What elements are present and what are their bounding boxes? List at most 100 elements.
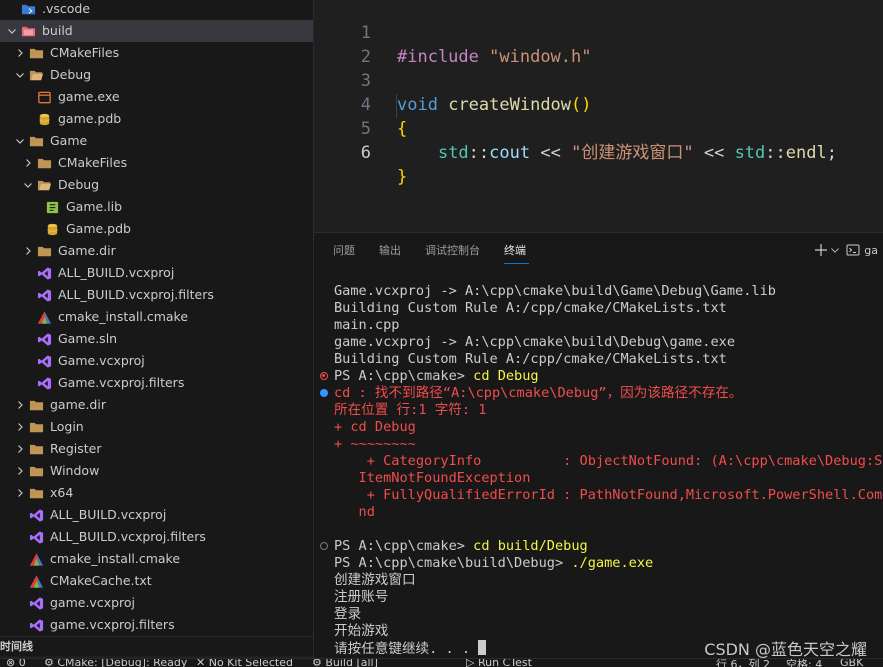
cmake-icon — [36, 309, 52, 325]
indentation[interactable]: 空格: 4 — [786, 659, 822, 667]
tree-item[interactable]: Game — [0, 130, 313, 152]
tree-item[interactable]: game.exe — [0, 86, 313, 108]
code-line-2[interactable]: 2 — [314, 21, 883, 67]
terminal-cursor — [478, 640, 487, 655]
tree-item-label: ALL_BUILD.vcxproj — [50, 507, 167, 522]
terminal-instance[interactable]: ga — [846, 243, 878, 257]
timeline-section-header[interactable]: 时间线 — [0, 636, 313, 656]
terminal-text: 所在位置 行:1 字符: 1 — [334, 402, 487, 418]
terminal-line: + CategoryInfo : ObjectNotFound: (A:\cpp… — [334, 453, 883, 470]
chevron-down-icon[interactable] — [20, 174, 36, 196]
problems-count[interactable]: ⊗ 0 — [6, 659, 26, 667]
terminal-line: PS A:\cpp\cmake> cd Debug — [334, 368, 539, 385]
build-button[interactable]: ⚙ Build [all] — [312, 659, 378, 667]
terminal-line: 注册账号 — [334, 589, 388, 606]
new-terminal-button[interactable] — [814, 243, 840, 257]
run-ctest-button[interactable]: ▷ Run CTest — [466, 659, 532, 667]
tree-item[interactable]: Game.lib — [0, 196, 313, 218]
tree-item[interactable]: .vscode — [0, 0, 313, 20]
code-line-1[interactable]: 1 #include "window.h" — [314, 0, 883, 67]
tree-item[interactable]: cmake_install.cmake — [0, 548, 313, 570]
chevron-right-icon[interactable] — [12, 482, 28, 504]
tab-terminal[interactable]: 终端 — [504, 242, 526, 258]
plus-icon — [815, 244, 828, 256]
tree-item-label: game.pdb — [58, 111, 122, 126]
tab-output[interactable]: 输出 — [379, 242, 401, 258]
command-failed-icon[interactable] — [320, 372, 328, 380]
tree-item[interactable]: ALL_BUILD.vcxproj.filters — [0, 284, 313, 306]
tree-item[interactable]: x64 — [0, 482, 313, 504]
panel-tab-bar: 问题 输出 调试控制台 终端 ga — [314, 233, 883, 267]
tree-item[interactable]: Debug — [0, 64, 313, 86]
tree-item[interactable]: ALL_BUILD.vcxproj — [0, 504, 313, 526]
tree-item[interactable]: Window — [0, 460, 313, 482]
tree-item[interactable]: CMakeCache.txt — [0, 570, 313, 592]
tree-item[interactable]: game.vcxproj — [0, 592, 313, 614]
tree-item[interactable]: Login — [0, 416, 313, 438]
tree-item[interactable]: Game.vcxproj.filters — [0, 372, 313, 394]
chevron-down-icon[interactable] — [4, 20, 20, 42]
tree-item-label: Game.sln — [58, 331, 118, 346]
tree-item[interactable]: CMakeFiles — [0, 42, 313, 64]
terminal-text: ItemNotFoundException — [334, 470, 531, 486]
chevron-right-icon[interactable] — [12, 394, 28, 416]
line-number: 6 — [360, 143, 371, 163]
tree-item[interactable]: Debug — [0, 174, 313, 196]
code-line-3[interactable]: 3 void createWindow() — [314, 45, 883, 115]
encoding[interactable]: GBK — [840, 659, 863, 667]
tab-debug-console[interactable]: 调试控制台 — [425, 242, 480, 258]
terminal-text: 注册账号 — [334, 589, 389, 605]
chevron-right-icon[interactable] — [12, 460, 28, 482]
terminal-text: nd — [334, 504, 375, 520]
chevron-right-icon[interactable] — [12, 42, 28, 64]
terminal-text: + ~~~~~~~~ — [334, 436, 416, 452]
chevron-right-icon[interactable] — [12, 416, 28, 438]
terminal-output[interactable]: Game.vcxproj -> A:\cpp\cmake\build\Game\… — [314, 283, 883, 658]
chevron-down-icon[interactable] — [12, 130, 28, 152]
command-success-icon[interactable] — [320, 542, 328, 550]
tree-item-label: Login — [50, 419, 84, 434]
tree-item[interactable]: Game.pdb — [0, 218, 313, 240]
tree-item[interactable]: build — [0, 20, 313, 42]
tree-item[interactable]: Game.dir — [0, 240, 313, 262]
tree-item[interactable]: Game.sln — [0, 328, 313, 350]
kit-selector[interactable]: ✕ No Kit Selected — [196, 659, 293, 667]
terminal-name: ga — [864, 243, 878, 257]
terminal-line: 登录 — [334, 606, 361, 623]
tree-item[interactable]: game.dir — [0, 394, 313, 416]
code-line-5[interactable]: 5 std::cout << "创建游戏窗口" << std::endl; — [314, 93, 883, 163]
chevron-right-icon[interactable] — [12, 438, 28, 460]
terminal-line: + ~~~~~~~~ — [334, 436, 416, 453]
tree-item[interactable]: cmake_install.cmake — [0, 306, 313, 328]
library-file-icon — [44, 199, 60, 215]
tree-item[interactable]: Game.vcxproj — [0, 350, 313, 372]
cmake-status[interactable]: ⚙ CMake: [Debug]: Ready — [44, 659, 187, 667]
database-file-icon — [36, 111, 52, 127]
chevron-down-icon[interactable] — [12, 64, 28, 86]
terminal-line: 开始游戏 — [334, 623, 388, 640]
error-marker-icon[interactable] — [320, 389, 328, 397]
tab-problems[interactable]: 问题 — [333, 242, 355, 258]
visual-studio-icon — [36, 265, 52, 281]
tree-item[interactable]: game.vcxproj.filters — [0, 614, 313, 636]
code-editor[interactable]: 1 #include "window.h" 2 3 void createWin… — [313, 0, 883, 232]
folder-icon — [28, 485, 44, 501]
code-line-4[interactable]: 4 { — [314, 69, 883, 139]
tree-item[interactable]: ALL_BUILD.vcxproj — [0, 262, 313, 284]
terminal-line: PS A:\cpp\cmake> cd build/Debug — [334, 538, 588, 555]
cursor-position[interactable]: 行 6，列 2 — [716, 659, 770, 667]
tree-item[interactable]: game.pdb — [0, 108, 313, 130]
tree-item[interactable]: ALL_BUILD.vcxproj.filters — [0, 526, 313, 548]
chevron-right-icon[interactable] — [20, 152, 36, 174]
code-line-6[interactable]: 6 } — [314, 117, 883, 187]
tree-item[interactable]: Register — [0, 438, 313, 460]
tree-item[interactable]: CMakeFiles — [0, 152, 313, 174]
terminal-text: cd : 找不到路径“A:\cpp\cmake\Debug”，因为该路径不存在。 — [334, 385, 743, 401]
chevron-right-icon[interactable] — [20, 240, 36, 262]
